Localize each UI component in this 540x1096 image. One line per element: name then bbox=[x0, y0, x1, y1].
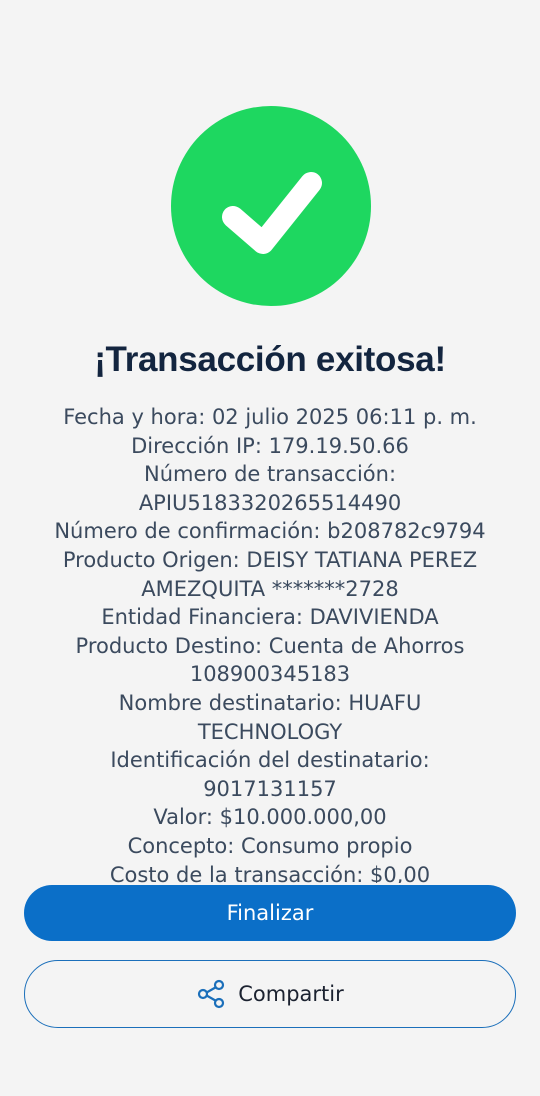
detail-origin-product: Producto Origen: DEISY TATIANA PEREZ bbox=[62, 547, 478, 572]
detail-amount: Valor: $10.000.000,00 bbox=[153, 805, 387, 830]
detail-destination-product: Producto Destino: Cuenta de Ahorros bbox=[75, 633, 465, 658]
detail-transaction-number-label: Número de transacción: bbox=[143, 462, 397, 487]
detail-date-time: Fecha y hora: 02 julio 2025 06:11 p. m. bbox=[63, 405, 477, 429]
finalize-button[interactable]: Finalizar bbox=[24, 885, 516, 941]
detail-destination-account: 108900345183 bbox=[189, 662, 351, 687]
share-button-label: Compartir bbox=[238, 982, 344, 1006]
share-icon bbox=[196, 979, 226, 1009]
detail-recipient-name: Nombre destinatario: HUAFU bbox=[118, 690, 422, 715]
detail-origin-product-cont: AMEZQUITA *******2728 bbox=[141, 576, 399, 601]
success-checkmark-icon bbox=[171, 106, 371, 306]
detail-transaction-number-value: APIU5183320265514490 bbox=[138, 490, 402, 515]
detail-recipient-name-cont: TECHNOLOGY bbox=[197, 719, 343, 744]
detail-transaction-cost: Costo de la transacción: $0,00 bbox=[109, 862, 431, 884]
detail-ip-address: Dirección IP: 179.19.50.66 bbox=[131, 433, 409, 458]
detail-recipient-id-value: 9017131157 bbox=[203, 776, 337, 801]
transaction-details: Fecha y hora: 02 julio 2025 06:11 p. m. … bbox=[20, 403, 520, 883]
checkmark-icon bbox=[222, 172, 322, 254]
detail-confirmation-number: Número de confirmación: b208782c9794 bbox=[54, 519, 486, 544]
detail-concept: Concepto: Consumo propio bbox=[127, 833, 413, 858]
detail-recipient-id-label: Identificación del destinatario: bbox=[110, 748, 430, 773]
share-button[interactable]: Compartir bbox=[24, 960, 516, 1028]
detail-financial-entity: Entidad Financiera: DAVIVIENDA bbox=[101, 605, 439, 630]
finalize-button-label: Finalizar bbox=[226, 901, 314, 925]
page-title: ¡Transacción exitosa! bbox=[94, 340, 446, 379]
